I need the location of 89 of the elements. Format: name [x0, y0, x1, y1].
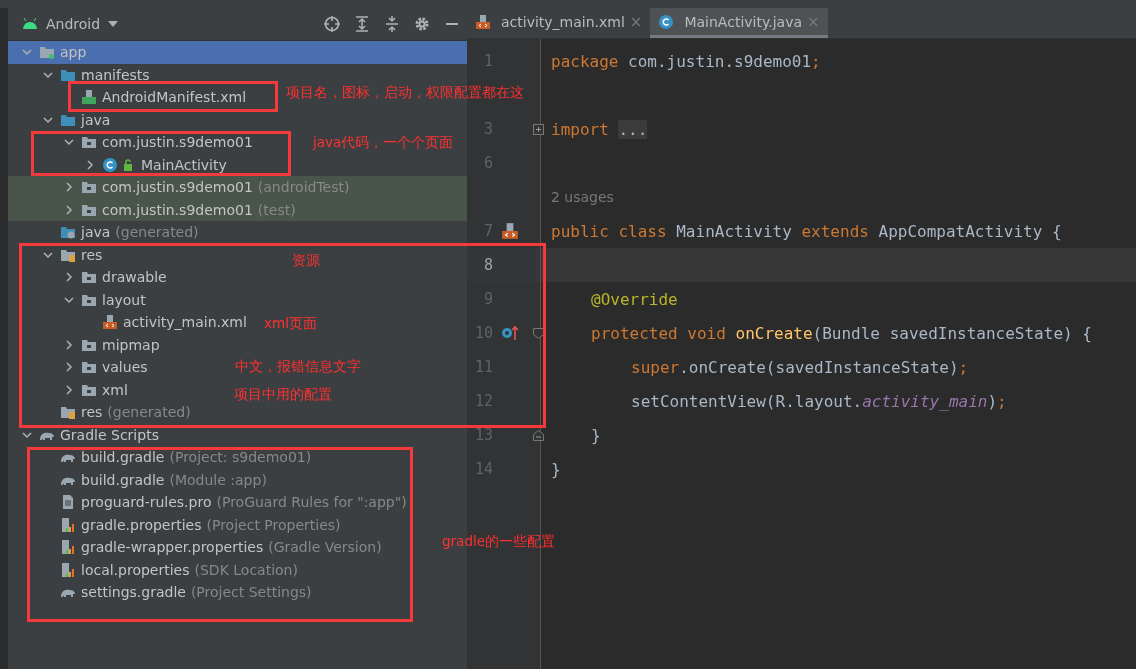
package-folder-icon — [81, 179, 97, 196]
tree-item-label: build.gradle — [81, 449, 165, 466]
annotation-note: 项目中用的配置 — [234, 385, 332, 403]
editor-tab[interactable]: activity_main.xml × — [467, 8, 651, 38]
text-file-icon — [60, 494, 76, 511]
tree-item-hint: (generated) — [107, 404, 191, 421]
resource-folder-icon — [60, 404, 76, 421]
expand-all-icon[interactable] — [353, 15, 371, 33]
tree-item-label: activity_main.xml — [123, 314, 247, 331]
code-line: } — [551, 459, 561, 479]
tree-item-label: mipmap — [102, 336, 160, 353]
package-folder-icon — [81, 269, 97, 286]
class-icon — [102, 156, 118, 173]
line-number: 8 — [482, 256, 493, 274]
tree-item-label: res — [81, 246, 103, 263]
package-folder-icon — [81, 134, 97, 151]
generated-folder-icon — [60, 224, 76, 241]
code-line: import ... — [551, 119, 648, 139]
properties-file-icon — [60, 516, 76, 533]
tree-item-label: xml — [102, 381, 128, 398]
view-selector[interactable]: Android — [18, 14, 123, 34]
close-icon[interactable]: × — [629, 12, 643, 31]
tree-item-hint: (Project Properties) — [206, 516, 341, 533]
properties-file-icon — [60, 539, 76, 556]
tree-item-label: res — [81, 404, 103, 421]
annotation-note: gradle的一些配置 — [442, 532, 556, 550]
collapse-all-icon[interactable] — [383, 15, 401, 33]
tree-item-label: gradle-wrapper.properties — [81, 539, 264, 556]
highlighted-row[interactable]: com.justin.s9demo01 (test) — [8, 198, 467, 221]
annotation-note: 项目名，图标，启动，权限配置都在这 — [286, 83, 524, 101]
annotation-note: java代码，一个个页面 — [313, 133, 454, 151]
fold-start-icon[interactable] — [533, 327, 544, 339]
class-icon — [658, 13, 675, 30]
tree-item-label: values — [102, 359, 148, 376]
tree-item-label: Gradle Scripts — [60, 426, 159, 443]
tree-item-label: com.justin.s9demo01 — [102, 201, 253, 218]
annotation-note: 中文，报错信息文字 — [235, 357, 361, 375]
tree-item-label: gradle.properties — [81, 516, 202, 533]
tree-item-label: settings.gradle — [81, 584, 186, 601]
tree-item-hint: (Project Settings) — [190, 584, 312, 601]
code-line: } — [591, 425, 601, 445]
usages-hint[interactable]: 2 usages — [551, 189, 614, 205]
fold-end-icon[interactable] — [533, 429, 544, 441]
tree-item-label: java — [81, 111, 111, 128]
tree-item-label: MainActivity — [141, 156, 227, 173]
expand-fold-icon[interactable] — [533, 123, 544, 135]
module-folder-icon — [39, 44, 55, 61]
tree-item-hint: (androidTest) — [257, 179, 350, 196]
tree-item-hint: (generated) — [115, 224, 199, 241]
tree-item-label: drawable — [102, 269, 167, 286]
caret-icon — [108, 21, 119, 27]
package-folder-icon — [81, 359, 97, 376]
code-line: setContentView(R.layout.activity_main); — [631, 391, 1007, 411]
tree-item-label: manifests — [81, 66, 150, 83]
code-line: protected void onCreate(Bundle savedInstanceState) { — [591, 323, 1092, 343]
xml-file-icon — [475, 13, 491, 30]
properties-file-icon — [60, 561, 76, 578]
code-line: public class MainActivity extends AppCompatActivity { — [551, 221, 1062, 241]
editor-tab[interactable]: MainActivity.java × — [650, 8, 828, 38]
tree-item-label: build.gradle — [81, 471, 165, 488]
locate-icon[interactable] — [323, 15, 341, 33]
highlighted-row[interactable]: com.justin.s9demo01 (androidTest) — [8, 176, 467, 199]
xml-file-icon — [102, 314, 118, 331]
tree-item-label: proguard-rules.pro — [81, 494, 212, 511]
selected-row[interactable]: app — [8, 41, 467, 64]
tree-item-hint: (Project: s9demo01) — [169, 449, 312, 466]
tree-item-label: app — [60, 44, 87, 61]
tree-item-label: local.properties — [81, 561, 190, 578]
code-line: package com.justin.s9demo01; — [551, 51, 821, 71]
xml-file-icon[interactable] — [501, 222, 519, 240]
settings-icon[interactable] — [413, 15, 431, 33]
manifest-file-icon — [81, 89, 97, 106]
override-icon[interactable] — [501, 324, 519, 342]
tree-item-label: com.justin.s9demo01 — [102, 134, 253, 151]
tree-item-hint: (ProGuard Rules for ":app") — [216, 494, 407, 511]
tree-item-hint: (Gradle Version) — [268, 539, 382, 556]
lock-icon — [123, 158, 133, 171]
tree-item-hint: (Module :app) — [169, 471, 267, 488]
annotation-note: 资源 — [292, 251, 320, 269]
tree-item-label: com.justin.s9demo01 — [102, 179, 253, 196]
tree-item-hint: (SDK Location) — [194, 561, 298, 578]
tree-item-label: AndroidManifest.xml — [102, 89, 247, 106]
tree-item-label: layout — [102, 291, 146, 308]
code-line: super.onCreate(savedInstanceState); — [631, 357, 969, 377]
tree-item-hint: (test) — [257, 201, 296, 218]
tree-item-label: java — [81, 224, 111, 241]
annotation-note: xml页面 — [264, 314, 317, 332]
code-line: @Override — [591, 289, 678, 309]
android-icon — [22, 17, 38, 31]
